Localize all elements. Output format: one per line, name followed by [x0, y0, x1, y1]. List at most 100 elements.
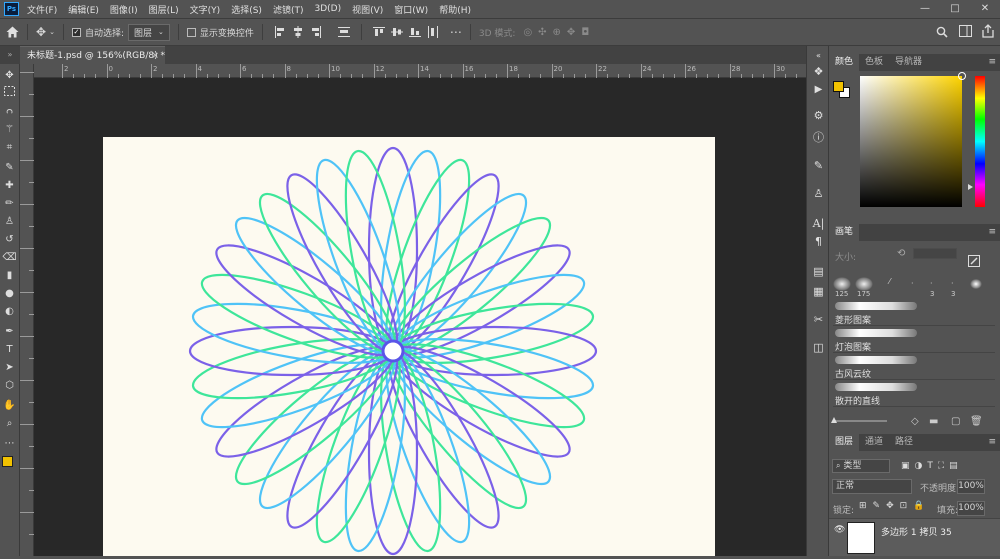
- menu-edit[interactable]: 编辑(E): [68, 3, 99, 16]
- 3d-mode-icons[interactable]: ◎✣⊕✥◘: [523, 27, 595, 38]
- new-brush-icon[interactable]: [968, 255, 980, 267]
- brush-preset-thumb[interactable]: [969, 278, 983, 290]
- move-tool-icon[interactable]: ✥: [2, 68, 17, 83]
- blend-mode-dropdown[interactable]: 正常: [832, 479, 912, 494]
- brush-tool-icon[interactable]: ✏: [2, 196, 17, 211]
- gradient-tool-icon[interactable]: ▮: [2, 268, 17, 283]
- align-center-icon[interactable]: [292, 26, 304, 38]
- brush-icon[interactable]: ✎: [811, 158, 826, 173]
- crop-tool-icon[interactable]: ⌗: [2, 140, 17, 155]
- brush-list-item[interactable]: 古风云纹: [833, 354, 995, 380]
- brush-size-slider[interactable]: [831, 417, 887, 423]
- menu-select[interactable]: 选择(S): [231, 3, 262, 16]
- dodge-tool-icon[interactable]: ◐: [2, 304, 17, 319]
- healing-tool-icon[interactable]: ✚: [2, 178, 17, 193]
- maximize-button[interactable]: □: [940, 0, 970, 18]
- path-select-tool-icon[interactable]: ➤: [2, 360, 17, 375]
- color-icon[interactable]: ❖: [811, 64, 826, 79]
- layer-filter-icons[interactable]: ▣◑T⛶▤: [901, 459, 995, 473]
- menu-type[interactable]: 文字(Y): [190, 3, 221, 16]
- stamp-icon[interactable]: ⚙: [811, 108, 826, 123]
- properties-icon[interactable]: ▤: [811, 264, 826, 279]
- menu-window[interactable]: 窗口(W): [394, 3, 428, 16]
- collapse-icon[interactable]: «: [811, 48, 826, 63]
- menu-file[interactable]: 文件(F): [27, 3, 57, 16]
- panel-menu-icon[interactable]: ≡: [988, 224, 996, 241]
- clone-source-icon[interactable]: ♙: [811, 186, 826, 201]
- marquee-tool-icon[interactable]: [2, 86, 17, 101]
- share-icon[interactable]: [982, 24, 994, 38]
- tab-paths[interactable]: 路径: [889, 434, 919, 451]
- panel-menu-icon[interactable]: ≡: [988, 54, 996, 71]
- show-transform-checkbox[interactable]: 显示变换控件: [186, 26, 254, 39]
- brush-preset-thumb[interactable]: [855, 277, 873, 291]
- type-icon[interactable]: A|: [811, 216, 826, 231]
- brush-preset-thumb[interactable]: ·: [911, 279, 914, 288]
- minimize-button[interactable]: —: [910, 0, 940, 18]
- menu-view[interactable]: 视图(V): [352, 3, 383, 16]
- tab-layers[interactable]: 图层: [829, 434, 860, 451]
- clone-stamp-tool-icon[interactable]: ♙: [2, 214, 17, 229]
- document-canvas[interactable]: [103, 137, 715, 556]
- hue-slider[interactable]: [975, 76, 985, 207]
- align-middle-icon[interactable]: [390, 26, 403, 38]
- layer-filter-dropdown[interactable]: ⌕ 类型: [832, 459, 890, 473]
- lock-icons[interactable]: ⊞✎✥⊡🔒: [859, 501, 930, 511]
- eraser-tool-icon[interactable]: ⌫: [2, 250, 17, 265]
- reset-icon[interactable]: ⟲: [897, 248, 905, 259]
- color-picker-handle[interactable]: [958, 72, 966, 80]
- distribute-icon[interactable]: [337, 26, 350, 38]
- menu-help[interactable]: 帮助(H): [439, 3, 471, 16]
- hand-tool-icon[interactable]: ✋: [2, 398, 17, 413]
- layers-icon[interactable]: ◫: [811, 340, 826, 355]
- shape-tool-icon[interactable]: ⬡: [2, 378, 17, 393]
- fg-color-chip[interactable]: [833, 81, 844, 92]
- pen-tool-icon[interactable]: ✒: [2, 324, 17, 339]
- info-icon[interactable]: ⓘ: [811, 130, 826, 145]
- collapse-toolbar-icon[interactable]: »: [0, 46, 20, 64]
- edit-toolbar-icon[interactable]: ⋯: [2, 436, 17, 451]
- brush-preset-thumb[interactable]: ·: [930, 279, 933, 288]
- panel-menu-icon[interactable]: ≡: [988, 434, 996, 451]
- menu-layer[interactable]: 图层(L): [149, 3, 179, 16]
- foreground-color-swatch[interactable]: [2, 456, 13, 467]
- close-button[interactable]: ✕: [970, 0, 1000, 18]
- distribute-horizontal-icon[interactable]: [427, 26, 439, 38]
- scissors-icon[interactable]: ✂: [811, 312, 826, 327]
- tab-swatches[interactable]: 色板: [859, 54, 889, 71]
- align-right-icon[interactable]: [310, 26, 322, 38]
- paragraph-icon[interactable]: ¶: [811, 234, 826, 249]
- libraries-icon[interactable]: ▦: [811, 284, 826, 299]
- fill-input[interactable]: 100%: [957, 501, 985, 516]
- type-tool-icon[interactable]: T: [2, 342, 17, 357]
- brush-preset-thumb[interactable]: [833, 277, 851, 291]
- auto-select-target-dropdown[interactable]: 图层 ⌄: [127, 23, 170, 41]
- menu-filter[interactable]: 滤镜(T): [273, 3, 304, 16]
- brush-list-item[interactable]: 散开的直线: [833, 381, 995, 407]
- menu-image[interactable]: 图像(I): [110, 3, 138, 16]
- play-icon[interactable]: ▶: [811, 82, 826, 97]
- document-tab[interactable]: 未标题-1.psd @ 156%(RGB/8) * ×: [20, 46, 165, 64]
- align-left-icon[interactable]: [274, 26, 286, 38]
- home-icon[interactable]: [6, 26, 19, 38]
- more-options-icon[interactable]: ⋯: [450, 25, 462, 39]
- move-tool-preset[interactable]: ✥ ⌄: [36, 25, 55, 39]
- brush-list-item[interactable]: 灯泡图案: [833, 327, 995, 353]
- search-icon[interactable]: [936, 26, 948, 38]
- history-brush-tool-icon[interactable]: ↺: [2, 232, 17, 247]
- brush-preset-thumb[interactable]: ⁄: [889, 277, 890, 286]
- tab-navigator[interactable]: 导航器: [889, 54, 928, 71]
- lasso-tool-icon[interactable]: ᴒ: [2, 104, 17, 119]
- brush-size-input[interactable]: [913, 248, 957, 259]
- layer-row[interactable]: 👁 多边形 1 拷贝 35: [829, 518, 1000, 556]
- hue-slider-handle[interactable]: [968, 184, 973, 190]
- menu-3d[interactable]: 3D(D): [314, 4, 341, 14]
- auto-select-checkbox[interactable]: ✓ 自动选择:: [71, 26, 124, 39]
- tab-color[interactable]: 颜色: [829, 54, 860, 71]
- brush-preset-thumb[interactable]: ·: [951, 279, 954, 288]
- visibility-eye-icon[interactable]: 👁: [834, 525, 845, 535]
- brush-list-item[interactable]: 菱形图案: [833, 300, 995, 326]
- trash-icon[interactable]: 🗑: [970, 416, 983, 427]
- color-field[interactable]: [860, 72, 966, 207]
- tab-brushes[interactable]: 画笔: [829, 224, 860, 241]
